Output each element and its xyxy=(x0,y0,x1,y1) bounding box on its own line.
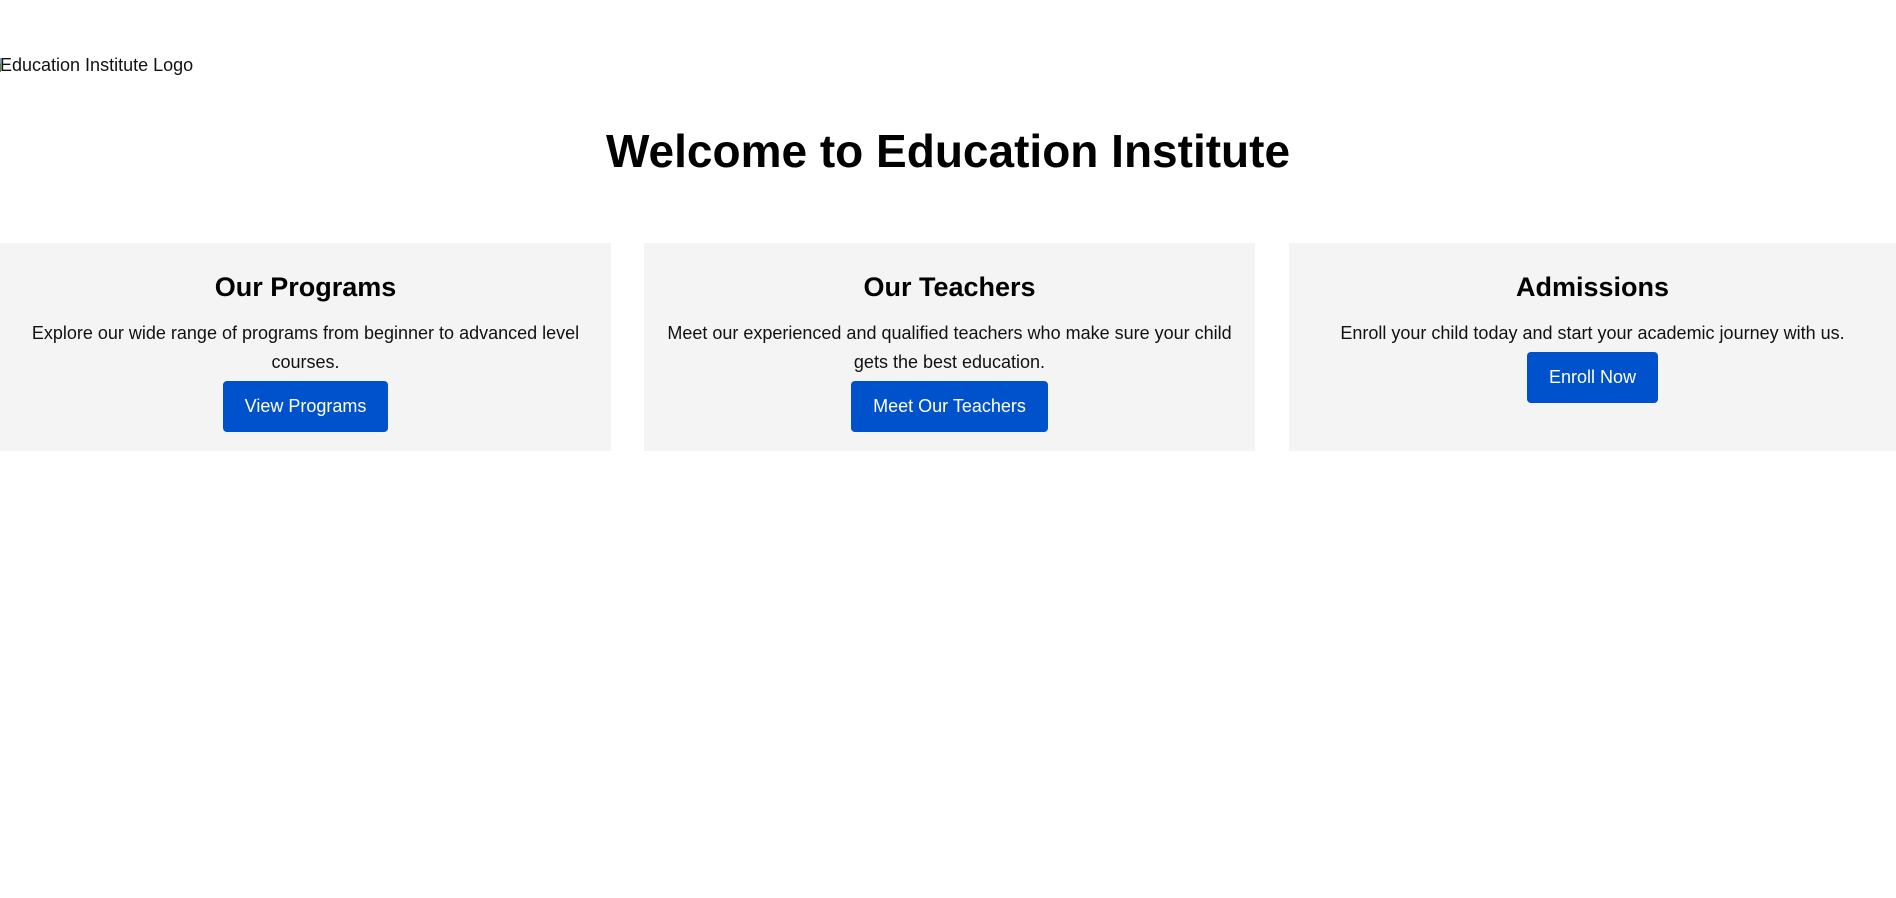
card-title: Our Programs xyxy=(214,272,397,302)
site-logo: Education Institute Logo xyxy=(0,53,193,77)
card-title: Our Teachers xyxy=(863,272,1036,302)
logo-alt-text: Education Institute Logo xyxy=(0,54,194,75)
card-title: Admissions xyxy=(1515,272,1670,302)
card-description: Explore our wide range of programs from … xyxy=(31,323,580,372)
page-title: Welcome to Education Institute xyxy=(605,125,1291,177)
view-programs-button[interactable]: View Programs xyxy=(222,381,389,432)
enroll-now-button[interactable]: Enroll Now xyxy=(1526,352,1659,403)
card-description: Meet our experienced and qualified teach… xyxy=(667,323,1232,372)
card-description: Enroll your child today and start your a… xyxy=(1340,323,1845,343)
card-programs: Our Programs Explore our wide range of p… xyxy=(0,243,611,451)
meet-teachers-button[interactable]: Meet Our Teachers xyxy=(851,381,1048,432)
feature-cards: Our Programs Explore our wide range of p… xyxy=(0,243,1896,451)
card-admissions: Admissions Enroll your child today and s… xyxy=(1289,243,1896,451)
card-teachers: Our Teachers Meet our experienced and qu… xyxy=(644,243,1255,451)
